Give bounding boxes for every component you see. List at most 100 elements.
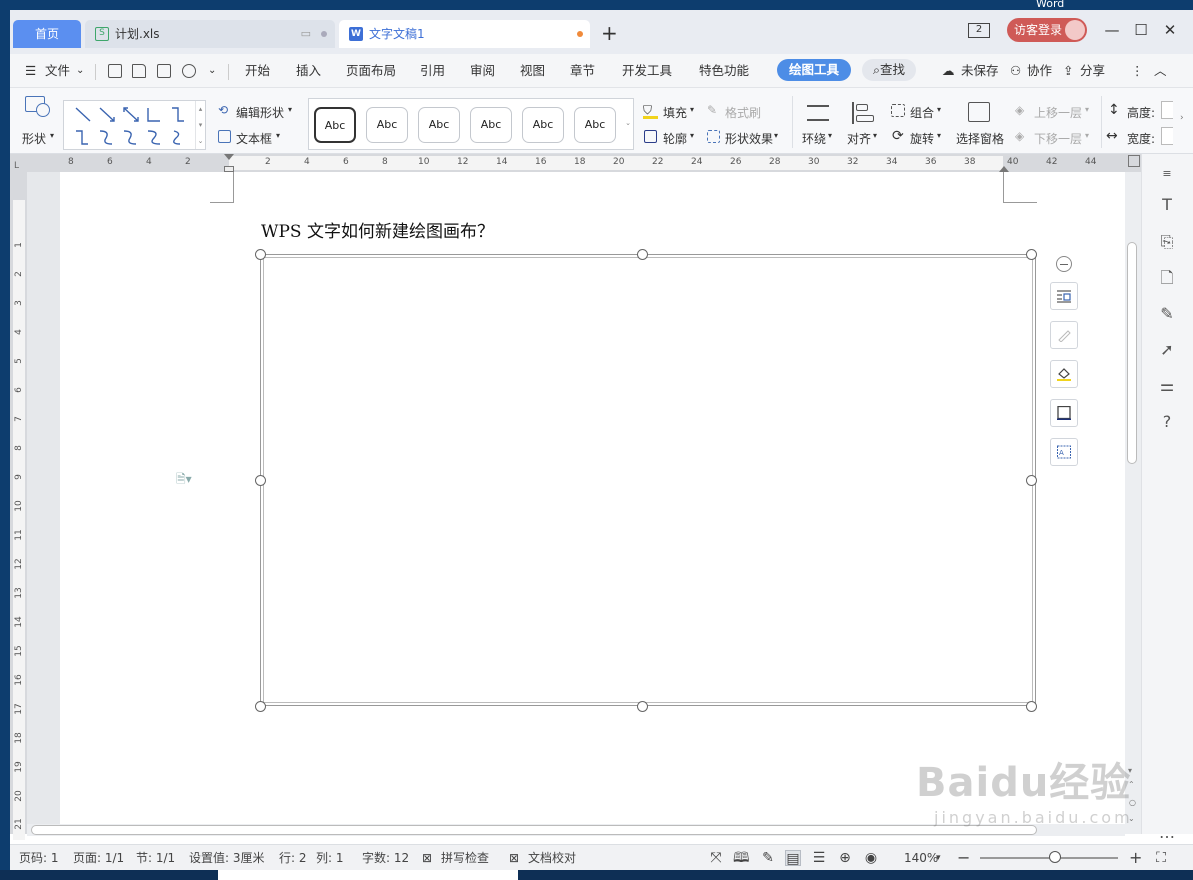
menu-start[interactable]: 开始 — [245, 54, 270, 88]
chevron-down-icon[interactable]: ▾ — [936, 845, 941, 870]
page-view-icon[interactable]: ▤ — [785, 850, 801, 867]
float-edit-button[interactable] — [1050, 321, 1078, 349]
paragraph-layout-icon[interactable]: 🗎▾ — [176, 470, 192, 491]
fill-button[interactable]: 填充 — [663, 104, 687, 121]
document-settings-icon[interactable]: 🗋 — [1156, 267, 1178, 289]
tab-drawing-tools[interactable]: 绘图工具 — [777, 59, 851, 81]
float-layout-button[interactable] — [1050, 282, 1078, 310]
rotate-button[interactable]: 旋转 — [910, 130, 934, 147]
height-input[interactable] — [1161, 101, 1173, 119]
text-style-icon[interactable]: T — [1156, 194, 1178, 216]
shape-effects-button[interactable]: 形状效果 — [725, 130, 773, 147]
resize-handle-top[interactable] — [637, 249, 648, 260]
new-tab-button[interactable]: + — [601, 23, 618, 43]
resize-handle-top-right[interactable] — [1026, 249, 1037, 260]
print-preview-icon[interactable] — [182, 64, 196, 78]
status-page-number[interactable]: 页码: 1 — [19, 845, 59, 870]
collaborate-button[interactable]: 协作 — [1027, 54, 1052, 88]
more-menu-icon[interactable]: ⋮ — [1131, 54, 1144, 88]
find-button[interactable]: ⌕查找 — [862, 59, 916, 81]
workspace-count-badge[interactable]: 2 — [968, 23, 990, 38]
outline-button[interactable]: 轮廓 — [663, 130, 687, 147]
float-outline-button[interactable] — [1050, 399, 1078, 427]
zoom-out-button[interactable]: − — [957, 845, 970, 870]
unsaved-status[interactable]: 未保存 — [961, 54, 999, 88]
group-button[interactable]: 组合 — [910, 104, 934, 121]
web-view-icon[interactable]: ⊕ — [837, 850, 853, 866]
outline-view-icon[interactable]: ☰ — [811, 850, 827, 866]
doc-proof-button[interactable]: 文档校对 — [528, 845, 576, 870]
resize-handle-bottom-left[interactable] — [255, 701, 266, 712]
menu-references[interactable]: 引用 — [420, 54, 445, 88]
selection-pane-button[interactable]: 选择窗格 — [956, 130, 1004, 147]
status-section[interactable]: 节: 1/1 — [136, 845, 175, 870]
cloud-icon[interactable]: ☁ — [942, 54, 955, 88]
select-cursor-icon[interactable]: ➚ — [1156, 339, 1178, 361]
send-backward-button[interactable]: 下移一层 — [1034, 130, 1082, 147]
ribbon-scroll-right-icon[interactable]: › — [1180, 113, 1184, 123]
resize-handle-bottom-right[interactable] — [1026, 701, 1037, 712]
fit-window-icon[interactable]: ⛶ — [1153, 850, 1169, 866]
tab-home[interactable]: 首页 — [13, 20, 81, 48]
zoom-in-button[interactable]: + — [1129, 845, 1142, 870]
resize-handle-top-left[interactable] — [255, 249, 266, 260]
wrap-button[interactable]: 环绕 — [802, 130, 826, 147]
status-row[interactable]: 行: 2 — [279, 845, 307, 870]
spell-check-button[interactable]: 拼写检查 — [441, 845, 489, 870]
status-setting[interactable]: 设置值: 3厘米 — [189, 845, 265, 870]
menu-file[interactable]: 文件 — [45, 54, 70, 88]
style-preset-6[interactable]: Abc — [574, 107, 616, 143]
style-preset-2[interactable]: Abc — [366, 107, 408, 143]
zoom-slider-handle[interactable] — [1049, 851, 1061, 863]
text-box-button[interactable]: 文本框 — [236, 130, 272, 147]
fullscreen-icon[interactable]: ⤧ — [708, 850, 724, 866]
chevron-down-icon[interactable]: ⌄ — [76, 54, 84, 88]
zoom-level[interactable]: 140% — [904, 845, 938, 870]
new-file-icon[interactable] — [108, 64, 122, 78]
tab-stop-icon[interactable]: L — [14, 161, 19, 171]
collapse-ribbon-icon[interactable]: ︿ — [1154, 54, 1167, 88]
line-shapes-gallery[interactable]: ▴ ▾ ⌄ — [63, 100, 206, 150]
style-preset-3[interactable]: Abc — [418, 107, 460, 143]
pen-icon[interactable]: ✎ — [1156, 303, 1178, 325]
reading-mode-icon[interactable]: 🕮 — [733, 850, 750, 866]
resize-handle-bottom[interactable] — [637, 701, 648, 712]
document-page[interactable]: WPS 文字如何新建绘图画布？ 🗎▾ A — [60, 172, 1125, 834]
status-pages[interactable]: 页面: 1/1 — [73, 845, 124, 870]
properties-sliders-icon[interactable]: ⚌ — [1156, 375, 1178, 397]
style-preset-4[interactable]: Abc — [470, 107, 512, 143]
more-options-icon[interactable]: … — [1156, 822, 1178, 844]
tab-document[interactable]: W 文字文稿1 — [339, 20, 590, 48]
menu-developer[interactable]: 开发工具 — [622, 54, 672, 88]
vertical-scroll-thumb[interactable] — [1127, 242, 1137, 464]
ruler-toggle-icon[interactable] — [1128, 155, 1140, 167]
menu-special-features[interactable]: 特色功能 — [699, 54, 749, 88]
close-button[interactable]: ✕ — [1159, 20, 1181, 40]
document-tools-icon[interactable]: ⎘ — [1156, 231, 1178, 253]
style-gallery-more[interactable]: ⌄ — [623, 99, 633, 149]
format-painter-button[interactable]: 格式刷 — [725, 104, 761, 121]
status-column[interactable]: 列: 1 — [316, 845, 344, 870]
drawing-canvas[interactable] — [260, 254, 1036, 706]
horizontal-scroll-thumb[interactable] — [31, 825, 1037, 835]
style-preset-5[interactable]: Abc — [522, 107, 564, 143]
menu-page-layout[interactable]: 页面布局 — [346, 54, 396, 88]
collapse-float-toolbar-icon[interactable] — [1056, 256, 1072, 272]
horizontal-ruler[interactable]: L 8 6 4 2 2 4 6 8 10 12 14 16 18 20 22 2… — [10, 154, 1141, 172]
float-textbox-button[interactable]: A — [1050, 438, 1078, 466]
monitor-icon[interactable]: ▭ — [301, 20, 311, 48]
hamburger-icon[interactable]: ☰ — [25, 54, 36, 88]
float-fill-button[interactable] — [1050, 360, 1078, 388]
resize-handle-right[interactable] — [1026, 475, 1037, 486]
document-heading[interactable]: WPS 文字如何新建绘图画布？ — [261, 217, 494, 242]
login-button[interactable]: 访客登录 — [1007, 18, 1087, 42]
edit-shape-button[interactable]: 编辑形状 — [236, 104, 284, 121]
menu-review[interactable]: 审阅 — [470, 54, 495, 88]
quick-access-dropdown-icon[interactable]: ⌄ — [208, 54, 216, 88]
panel-menu-icon[interactable]: ≡ — [1156, 163, 1178, 185]
save-icon[interactable] — [157, 64, 171, 78]
gallery-scroll[interactable]: ▴ ▾ ⌄ — [195, 101, 205, 149]
help-icon[interactable]: ? — [1156, 411, 1178, 433]
eye-protection-icon[interactable]: ◉ — [863, 850, 879, 866]
status-word-count[interactable]: 字数: 12 — [362, 845, 409, 870]
